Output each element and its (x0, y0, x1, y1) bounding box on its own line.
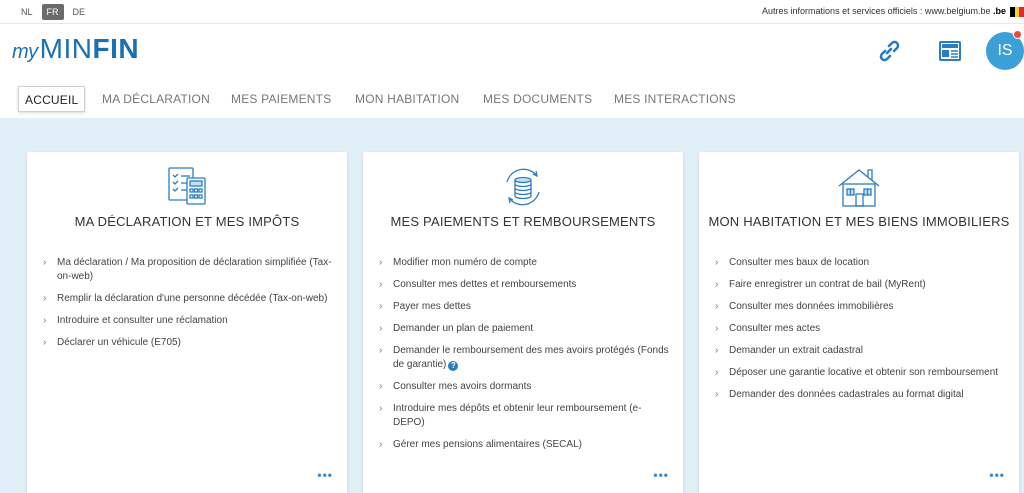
chevron-right-icon: › (715, 257, 719, 268)
card-link-label: Gérer mes pensions alimentaires (SECAL) (393, 439, 582, 450)
language-switcher: NL FR DE (16, 4, 90, 20)
card-link[interactable]: › Modifier mon numéro de compte (379, 256, 669, 270)
card-link-label: Introduire mes dépôts et obtenir leur re… (393, 403, 642, 428)
card-link-label: Ma déclaration / Ma proposition de décla… (57, 257, 332, 282)
chevron-right-icon: › (379, 403, 383, 414)
nav-mes-paiements[interactable]: MES PAIEMENTS (231, 86, 331, 112)
card-link-label: Consulter mes données immobilières (729, 301, 894, 312)
house-icon (838, 169, 880, 207)
card-link-label: Consulter mes actes (729, 323, 821, 334)
card-title: MON HABITATION ET MES BIENS IMMOBILIERS (708, 214, 1010, 229)
card-link-label: Consulter mes dettes et remboursements (393, 279, 577, 290)
card-link-label: Consulter mes baux de location (729, 257, 870, 268)
card-link[interactable]: › Introduire et consulter une réclamation (43, 314, 333, 328)
card-link[interactable]: › Demander un plan de paiement (379, 322, 669, 336)
other-info-text: Autres informations et services officiel… (762, 6, 991, 16)
card-link[interactable]: › Demander des données cadastrales au for… (715, 388, 1005, 402)
card-habitation: MON HABITATION ET MES BIENS IMMOBILIERS … (699, 152, 1019, 493)
card-link-label: Faire enregistrer un contrat de bail (My… (729, 279, 926, 290)
card-link-list: › Consulter mes baux de location › Faire e… (715, 256, 1005, 410)
chevron-right-icon: › (379, 257, 383, 268)
chevron-right-icon: › (379, 345, 383, 356)
chevron-right-icon: › (43, 293, 47, 304)
belgium-flag-icon (1010, 7, 1024, 17)
card-link-label: Demander des données cadastrales au form… (729, 389, 964, 400)
more-button[interactable]: ••• (317, 468, 333, 482)
myminfin-logo[interactable]: my MIN FIN (12, 33, 139, 65)
logo-min: MIN (39, 33, 93, 64)
logo-fin: FIN (92, 33, 140, 64)
more-button[interactable]: ••• (653, 468, 669, 482)
card-declaration: MA DÉCLARATION ET MES IMPÔTS › Ma déclara… (27, 152, 347, 493)
card-link-label: Déclarer un véhicule (E705) (57, 337, 181, 348)
card-title: MA DÉCLARATION ET MES IMPÔTS (74, 214, 300, 229)
link-icon[interactable] (876, 38, 902, 64)
notification-dot-icon (1013, 30, 1022, 39)
lang-nl[interactable]: NL (16, 4, 38, 20)
chevron-right-icon: › (715, 389, 719, 400)
card-link[interactable]: › Ma déclaration / Ma proposition de décl… (43, 256, 333, 284)
card-link-label: Introduire et consulter une réclamation (57, 315, 228, 326)
card-link[interactable]: › Introduire mes dépôts et obtenir leur r… (379, 402, 669, 430)
main-nav: ACCUEIL MA DÉCLARATION MES PAIEMENTS MON… (0, 80, 1024, 118)
card-link-list: › Modifier mon numéro de compte › Consulte… (379, 256, 669, 460)
nav-mes-interactions[interactable]: MES INTERACTIONS (614, 86, 736, 112)
nav-mes-documents[interactable]: MES DOCUMENTS (483, 86, 592, 112)
card-link[interactable]: › Déposer une garantie locative et obteni… (715, 366, 1005, 380)
card-link[interactable]: › Demander un extrait cadastral (715, 344, 1005, 358)
chevron-right-icon: › (379, 279, 383, 290)
card-link-label: Déposer une garantie locative et obtenir… (729, 367, 999, 378)
card-link[interactable]: › Demander le remboursement des mes avoir… (379, 344, 669, 372)
lang-fr[interactable]: FR (41, 4, 64, 20)
chevron-right-icon: › (43, 257, 47, 268)
card-link[interactable]: › Remplir la déclaration d'une personne d… (43, 292, 333, 306)
card-link[interactable]: › Consulter mes actes (715, 322, 1005, 336)
chevron-right-icon: › (379, 301, 383, 312)
card-link-label: Remplir la déclaration d'une personne dé… (57, 293, 328, 304)
card-paiements: MES PAIEMENTS ET REMBOURSEMENTS › Modifie… (363, 152, 683, 493)
logo-my: my (12, 41, 38, 63)
coins-refresh-icon (506, 168, 540, 206)
chevron-right-icon: › (43, 315, 47, 326)
card-link[interactable]: › Consulter mes données immobilières (715, 300, 1005, 314)
help-icon[interactable]: ? (448, 361, 459, 371)
belgium-be-logo: .be (992, 6, 1006, 16)
chevron-right-icon: › (715, 367, 719, 378)
nav-accueil[interactable]: ACCUEIL (18, 86, 86, 112)
chevron-right-icon: › (379, 381, 383, 392)
more-button[interactable]: ••• (989, 468, 1005, 482)
card-link[interactable]: › Consulter mes avoirs dormants (379, 380, 669, 394)
chevron-right-icon: › (379, 323, 383, 334)
nav-ma-declaration[interactable]: MA DÉCLARATION (102, 86, 210, 112)
card-link-list: › Ma déclaration / Ma proposition de décl… (43, 256, 333, 358)
card-link-label: Modifier mon numéro de compte (393, 257, 537, 268)
lang-de[interactable]: DE (68, 4, 91, 20)
card-link-label: Demander le remboursement des mes avoirs… (393, 345, 669, 370)
nav-mon-habitation[interactable]: MON HABITATION (355, 86, 459, 112)
card-title: MES PAIEMENTS ET REMBOURSEMENTS (390, 214, 656, 229)
chevron-right-icon: › (715, 279, 719, 290)
site-header: my MIN FIN IS (0, 24, 1024, 80)
card-link[interactable]: › Déclarer un véhicule (E705) (43, 336, 333, 350)
chevron-right-icon: › (715, 301, 719, 312)
other-info-link[interactable]: Autres informations et services officiel… (762, 6, 1006, 16)
top-bar: NL FR DE Autres informations et services… (0, 0, 1024, 24)
card-link[interactable]: › Consulter mes baux de location (715, 256, 1005, 270)
news-icon[interactable] (937, 38, 963, 64)
card-link[interactable]: › Consulter mes dettes et remboursements (379, 278, 669, 292)
card-link-label: Consulter mes avoirs dormants (393, 381, 532, 392)
card-link[interactable]: › Faire enregistrer un contrat de bail (M… (715, 278, 1005, 292)
main-content: MA DÉCLARATION ET MES IMPÔTS › Ma déclara… (0, 118, 1024, 493)
card-link[interactable]: › Payer mes dettes (379, 300, 669, 314)
card-link-label: Demander un extrait cadastral (729, 345, 863, 356)
card-link-label: Payer mes dettes (393, 301, 471, 312)
chevron-right-icon: › (379, 439, 383, 450)
tax-form-calculator-icon (168, 167, 206, 205)
card-link-label: Demander un plan de paiement (393, 323, 534, 334)
card-link[interactable]: › Gérer mes pensions alimentaires (SECAL) (379, 438, 669, 452)
chevron-right-icon: › (715, 323, 719, 334)
chevron-right-icon: › (715, 345, 719, 356)
chevron-right-icon: › (43, 337, 47, 348)
